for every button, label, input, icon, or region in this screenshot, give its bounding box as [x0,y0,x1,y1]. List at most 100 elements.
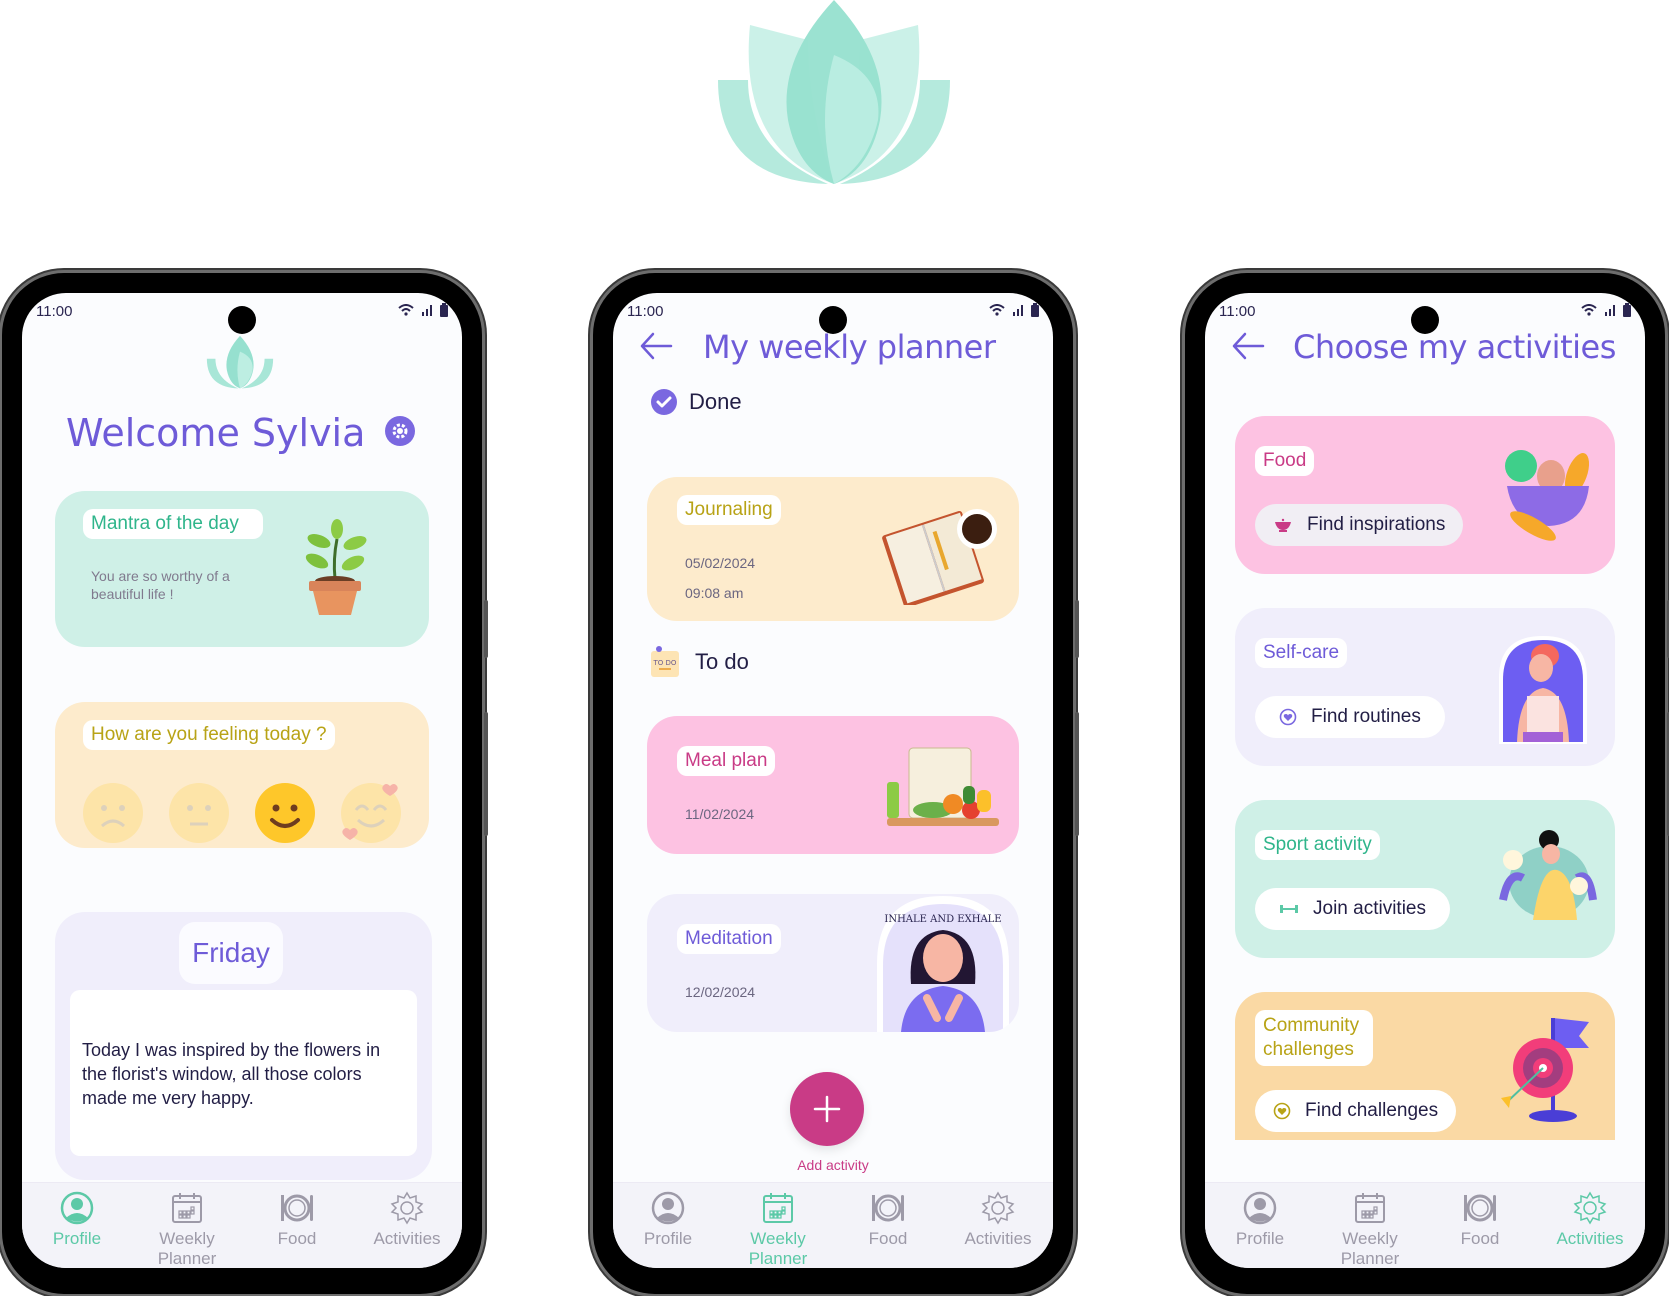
gear-icon [981,1191,1015,1225]
category-title: Food [1255,446,1315,476]
meditation-illustration: INHALE AND EXHALE [877,896,1009,1032]
category-title: Community challenges [1255,1010,1373,1066]
nav-weekly-planner[interactable]: Weekly Planner [1315,1183,1425,1268]
add-activity-button[interactable] [790,1072,864,1146]
nav-activities-label: Activities [373,1229,441,1248]
todo-note-icon: TO DO [651,646,679,677]
front-camera [228,306,256,334]
calendar-icon [1355,1193,1385,1223]
bottom-nav: Profile Weekly Planner Food Activities [613,1182,1053,1268]
category-card-self-care[interactable]: Self-care Find routines [1235,608,1615,766]
plate-icon [281,1194,313,1222]
todo-section-label: To do [695,649,749,674]
lotus-small-logo [206,335,274,389]
page-title: Choose my activities [1293,328,1616,366]
settings-icon[interactable] [384,415,416,447]
mood-loved-icon[interactable] [340,782,402,844]
nav-food-label: Food [1460,1229,1500,1248]
signal-icon [1605,305,1615,316]
profile-icon [60,1191,94,1225]
activities-screen: 11:00 Choose my activities Food Find ins… [1205,293,1645,1268]
battery-icon [1031,303,1039,317]
activity-title: Meditation [677,924,781,954]
action-label: Join activities [1313,898,1426,919]
welcome-title: Welcome Sylvia [66,411,366,455]
category-card-sport[interactable]: Sport activity Join activities [1235,800,1615,958]
battery-icon [440,303,448,317]
gear-icon [390,1191,424,1225]
bowl-icon [1275,518,1291,532]
nav-activities[interactable]: Activities [352,1183,462,1268]
mantra-label: Mantra of the day [83,509,263,539]
signal-icon [1013,305,1023,316]
profile-icon [651,1191,685,1225]
svg-text:TO DO: TO DO [653,659,677,667]
heart-circle-icon [1273,1102,1291,1120]
activity-card-journaling[interactable]: Journaling 05/02/2024 09:08 am [647,477,1019,621]
planner-screen: 11:00 My weekly planner Done Journaling … [613,293,1053,1268]
nav-activities[interactable]: Activities [1535,1183,1645,1268]
journal-card: Friday Today I was inspired by the flowe… [55,912,432,1180]
plate-icon [1464,1194,1496,1222]
find-routines-button[interactable]: Find routines [1255,696,1445,738]
yoga-illustration [1499,830,1597,920]
nav-weekly-planner[interactable]: Weekly Planner [132,1183,242,1268]
activity-date: 05/02/2024 [685,555,756,571]
heart-circle-icon [1279,708,1297,726]
activity-card-meditation[interactable]: Meditation 12/02/2024 INHALE AND EXHALE [647,894,1019,1032]
check-circle-icon [651,389,677,415]
phone-activities: 11:00 Choose my activities Food Find ins… [1185,273,1669,1294]
journal-day: Friday [179,922,283,984]
nav-weekly-planner-label: Weekly Planner [157,1229,217,1268]
find-inspirations-button[interactable]: Find inspirations [1255,504,1464,546]
category-card-community[interactable]: Community challenges Find challenges [1235,992,1615,1140]
nav-weekly-planner[interactable]: Weekly Planner [723,1183,833,1268]
nav-weekly-planner-label: Weekly Planner [748,1229,808,1268]
category-title: Self-care [1255,638,1348,668]
plant-pot-illustration [305,519,367,615]
nav-profile-label: Profile [643,1229,693,1248]
nav-food[interactable]: Food [1425,1183,1535,1268]
nav-profile[interactable]: Profile [613,1183,723,1268]
calendar-icon [763,1193,793,1223]
battery-icon [1623,303,1631,317]
nav-food-label: Food [868,1229,908,1248]
join-activities-button[interactable]: Join activities [1255,888,1450,930]
signal-icon [422,305,432,316]
activity-title: Meal plan [677,746,776,776]
back-arrow-icon[interactable] [1231,331,1265,361]
activity-title: Journaling [677,495,781,525]
feeling-card: How are you feeling today ? [55,702,429,848]
nav-activities-label: Activities [1556,1229,1624,1248]
mood-happy-icon-selected[interactable] [254,782,316,844]
nav-food[interactable]: Food [242,1183,352,1268]
mood-neutral-icon[interactable] [168,782,230,844]
nav-food[interactable]: Food [833,1183,943,1268]
nav-weekly-planner-label: Weekly Planner [1340,1229,1400,1268]
activity-card-meal-plan[interactable]: Meal plan 11/02/2024 [647,716,1019,854]
mantra-text: You are so worthy of a beautiful life ! [91,568,230,602]
meal-plan-illustration [887,747,999,826]
nav-profile[interactable]: Profile [22,1183,132,1268]
back-arrow-icon[interactable] [639,331,673,361]
nav-profile-label: Profile [52,1229,102,1248]
nav-profile-label: Profile [1235,1229,1285,1248]
find-challenges-button[interactable]: Find challenges [1255,1090,1457,1132]
done-section-label: Done [689,389,742,414]
nav-profile[interactable]: Profile [1205,1183,1315,1268]
category-card-food[interactable]: Food Find inspirations [1235,416,1615,574]
status-time: 11:00 [1219,303,1256,320]
target-illustration [1501,1018,1589,1122]
bottom-nav: Profile Weekly Planner Food Activities [22,1182,462,1268]
nav-food-label: Food [277,1229,317,1248]
calendar-icon [172,1193,202,1223]
journal-text: Today I was inspired by the flowers in t… [82,1040,381,1108]
mood-sad-icon[interactable] [82,782,144,844]
status-time: 11:00 [36,303,73,320]
plus-icon [813,1095,841,1123]
nav-activities[interactable]: Activities [943,1183,1053,1268]
activity-date: 11/02/2024 [685,806,755,822]
journal-entry[interactable]: Today I was inspired by the flowers in t… [70,990,417,1156]
mantra-card[interactable]: Mantra of the day You are so worthy of a… [55,491,429,647]
volume-button [1075,712,1079,836]
